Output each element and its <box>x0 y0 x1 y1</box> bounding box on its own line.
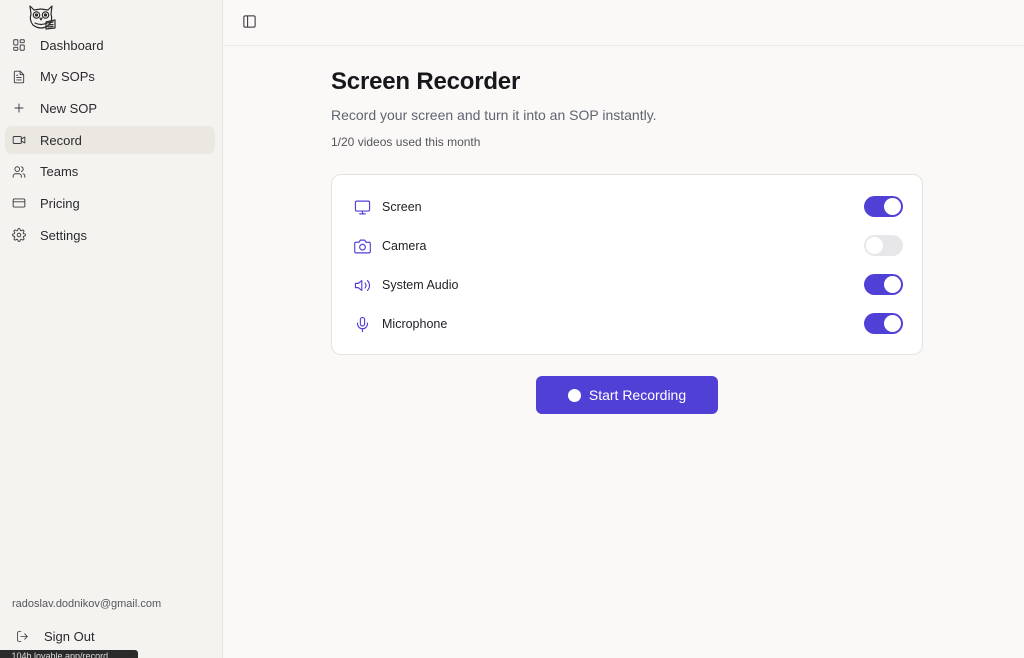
start-recording-label: Start Recording <box>588 387 687 403</box>
sign-out-button[interactable]: Sign Out <box>16 629 95 644</box>
sidebar-item-label: Pricing <box>40 195 80 211</box>
microphone-icon <box>353 315 371 333</box>
users-icon <box>12 165 26 179</box>
option-system-audio: System Audio <box>353 274 903 296</box>
sidebar-item-settings[interactable]: Settings <box>5 221 215 249</box>
option-screen: Screen <box>353 196 903 218</box>
sign-out-label: Sign Out <box>44 629 95 644</box>
page-subtitle: Record your screen and turn it into an S… <box>331 107 657 123</box>
sidebar-item-label: Record <box>40 132 82 148</box>
page-title: Screen Recorder <box>331 68 521 95</box>
start-recording-button[interactable]: Start Recording <box>536 376 718 414</box>
toggle-sidebar-button[interactable] <box>242 14 257 29</box>
gear-icon <box>12 228 26 242</box>
plus-icon <box>12 101 26 115</box>
top-bar <box>224 0 1024 46</box>
toggle-knob <box>884 276 901 293</box>
camera-toggle[interactable] <box>864 235 903 256</box>
sidebar-item-label: New SOP <box>40 100 98 116</box>
sidebar-item-label: Teams <box>40 164 79 180</box>
sidebar-item-teams[interactable]: Teams <box>5 158 215 186</box>
option-label: Camera <box>382 239 427 253</box>
sidebar-item-new-sop[interactable]: New SOP <box>5 94 215 122</box>
microphone-toggle[interactable] <box>864 313 903 334</box>
option-label: Microphone <box>382 317 448 331</box>
screen-toggle[interactable] <box>864 196 903 217</box>
sidebar-item-label: Dashboard <box>40 37 104 53</box>
sidebar-item-label: Settings <box>40 227 87 243</box>
sidebar-nav: Dashboard My SOPs New SOP Record Teams P… <box>5 31 215 253</box>
credit-card-icon <box>12 196 26 210</box>
toggle-knob <box>884 198 901 215</box>
sidebar-item-pricing[interactable]: Pricing <box>5 189 215 217</box>
recording-options-card: Screen Camera System Audio Microphone <box>331 174 923 355</box>
monitor-icon <box>353 198 371 216</box>
camera-icon <box>353 237 371 255</box>
sidebar: Dashboard My SOPs New SOP Record Teams P… <box>0 0 223 658</box>
option-camera: Camera <box>353 235 903 257</box>
option-microphone: Microphone <box>353 313 903 335</box>
recorder-panel: Screen Recorder Record your screen and t… <box>331 68 923 414</box>
sidebar-item-dashboard[interactable]: Dashboard <box>5 31 215 59</box>
user-email: radoslav.dodnikov@gmail.com <box>12 598 162 610</box>
video-icon <box>12 133 26 147</box>
option-label: Screen <box>382 200 422 214</box>
record-dot-icon <box>567 388 581 402</box>
log-out-icon <box>17 631 28 642</box>
sidebar-item-label: My SOPs <box>40 69 95 85</box>
document-icon <box>12 70 26 84</box>
system-audio-toggle[interactable] <box>864 274 903 295</box>
speaker-icon <box>353 276 371 294</box>
sidebar-panel-icon <box>243 15 256 28</box>
toggle-knob <box>884 315 901 332</box>
sidebar-item-my-sops[interactable]: My SOPs <box>5 63 215 91</box>
toggle-knob <box>866 237 883 254</box>
dashboard-icon <box>12 38 26 52</box>
sidebar-item-record[interactable]: Record <box>5 126 215 155</box>
usage-counter: 1/20 videos used this month <box>331 135 481 149</box>
option-label: System Audio <box>382 278 459 292</box>
status-url-tooltip: ...104b.lovable.app/record <box>0 650 138 658</box>
owl-logo-icon[interactable] <box>24 2 58 32</box>
